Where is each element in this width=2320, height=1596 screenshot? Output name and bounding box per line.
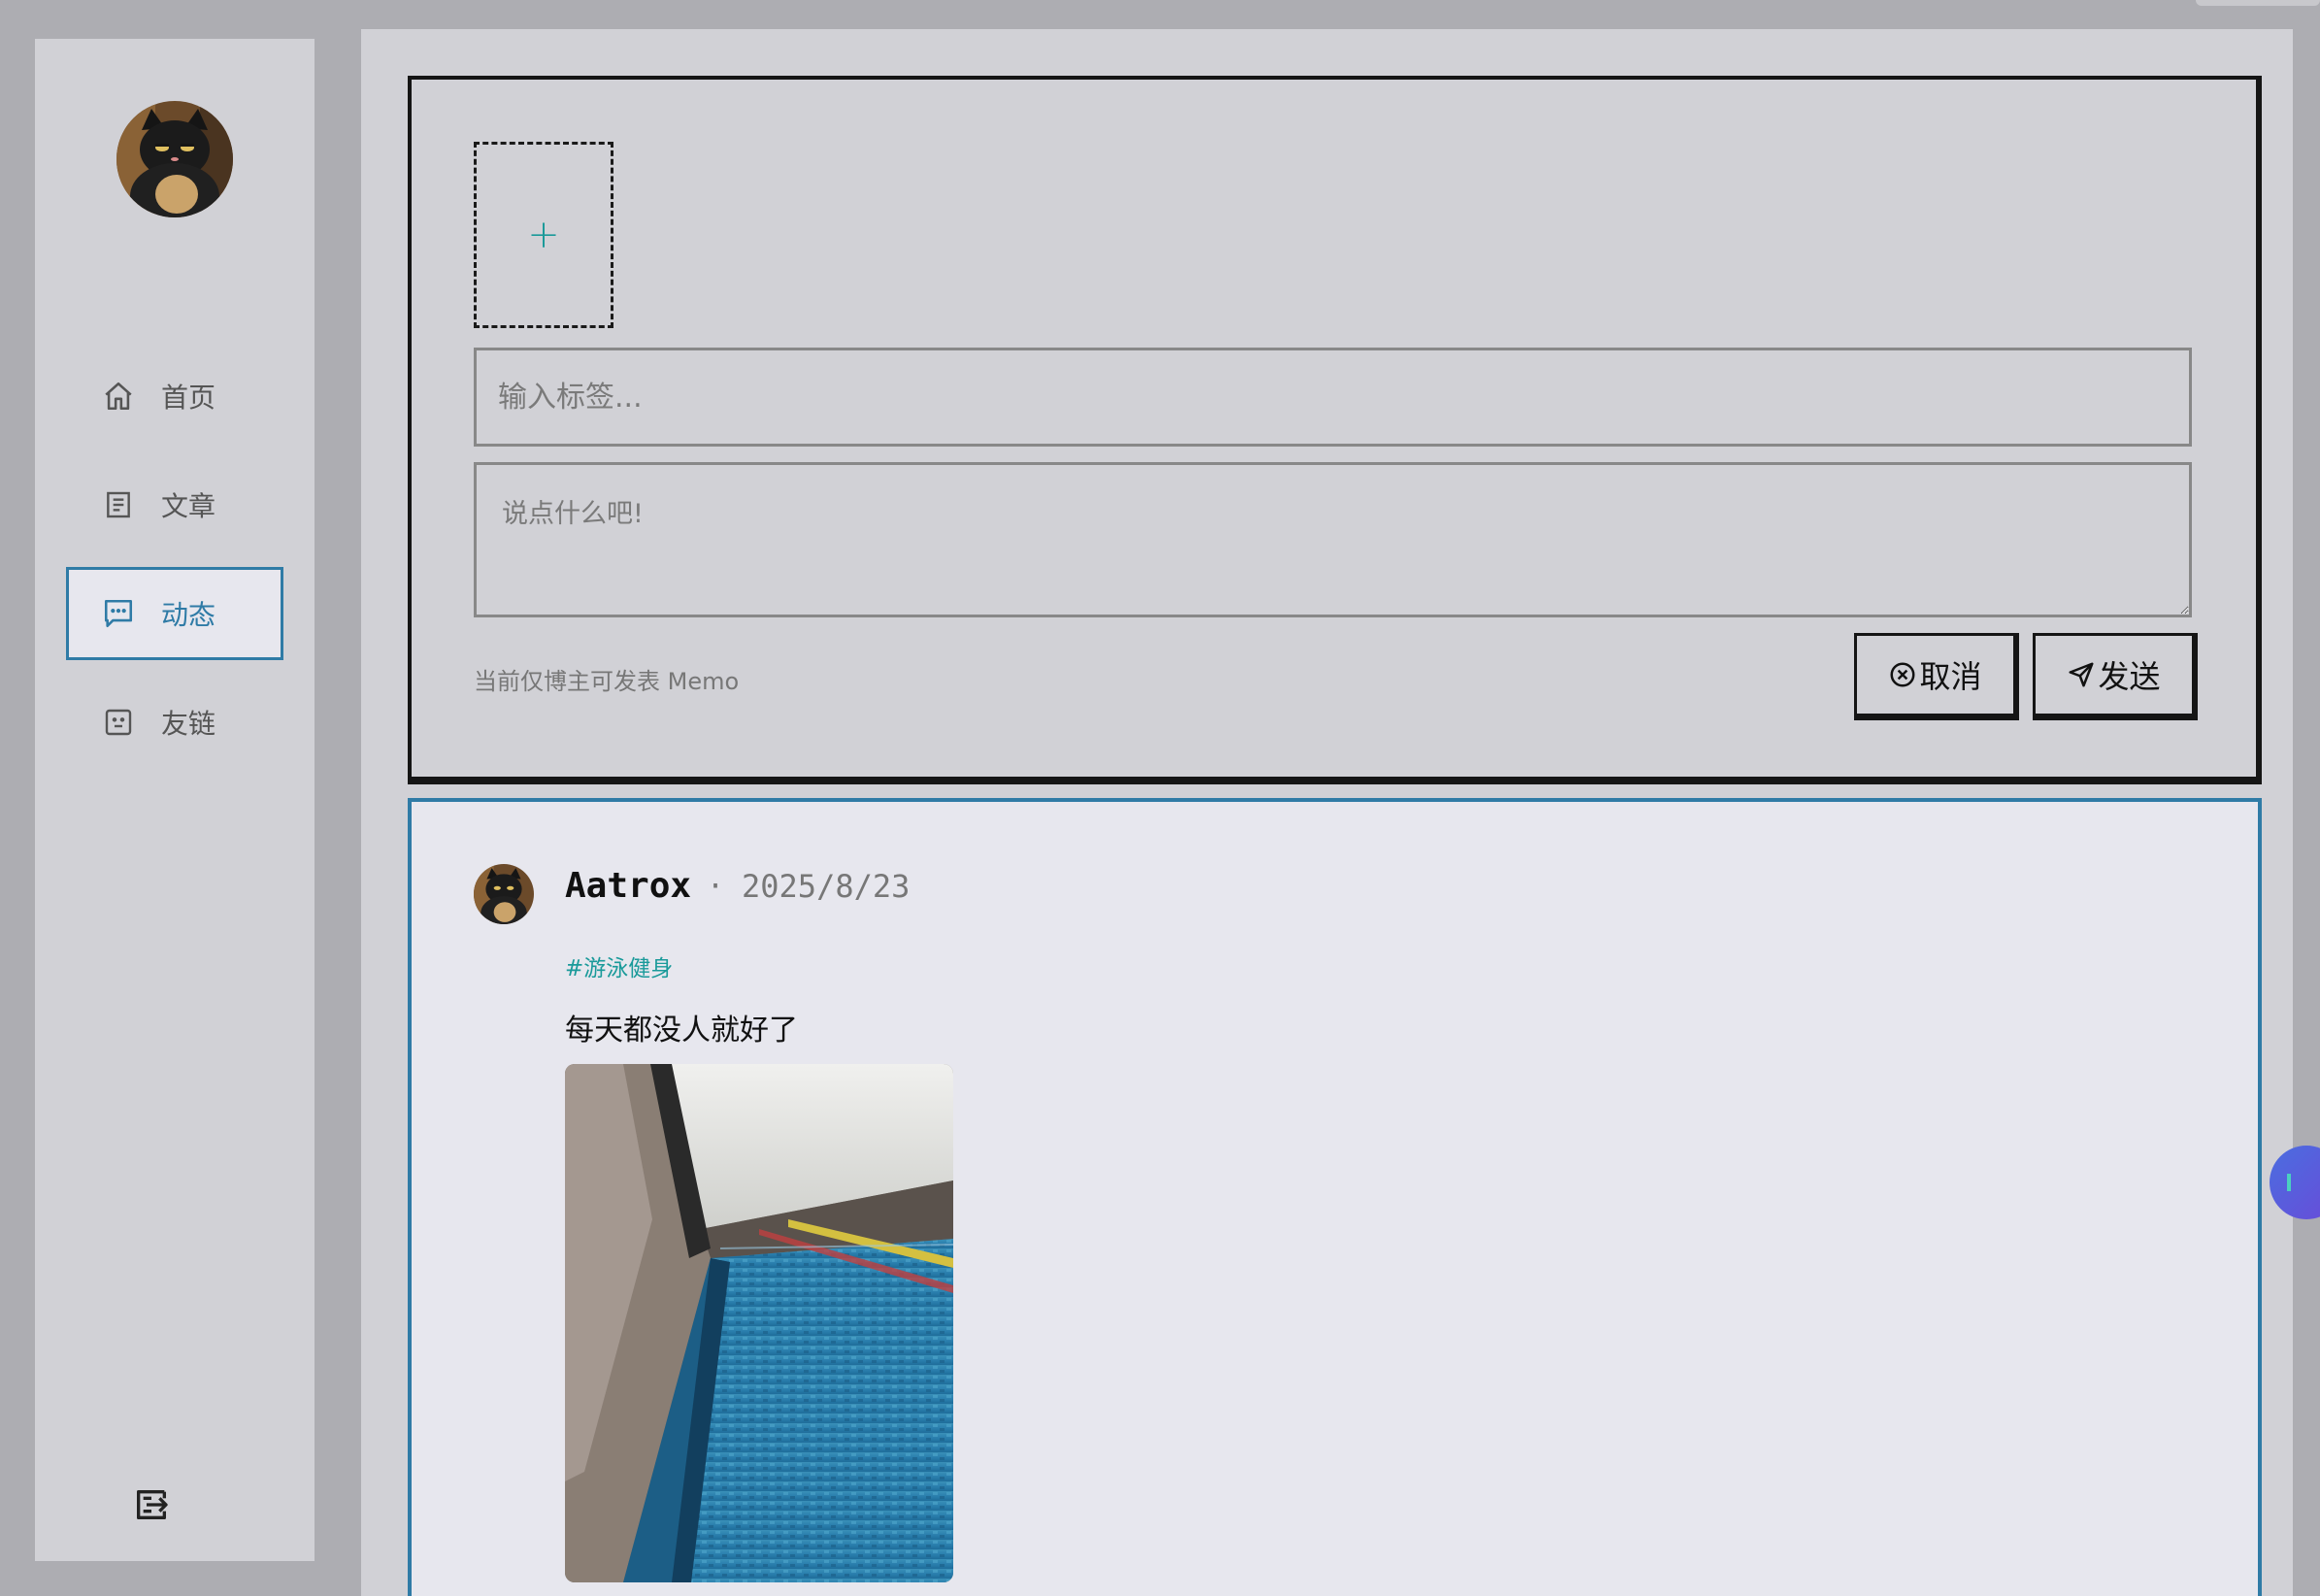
meta-separator: · — [707, 870, 725, 904]
window-corner — [2196, 0, 2320, 6]
image-upload-button[interactable]: + — [474, 142, 613, 328]
cancel-label: 取消 — [1919, 658, 1982, 695]
friend-link-icon — [101, 705, 136, 740]
main-content: + 当前仅博主可发表 Memo 取消 发送 — [361, 29, 2293, 1596]
chat-icon — [101, 596, 136, 631]
memo-tag[interactable]: #游泳健身 — [565, 949, 673, 982]
memo-editor: + 当前仅博主可发表 Memo 取消 发送 — [408, 76, 2262, 784]
tag-input[interactable] — [474, 348, 2192, 447]
permission-hint: 当前仅博主可发表 Memo — [474, 668, 740, 695]
memo-content: 每天都没人就好了 — [565, 1014, 798, 1047]
cursor-icon — [2287, 1174, 2291, 1191]
sidebar-item-label: 动态 — [161, 599, 216, 631]
memo-textarea[interactable] — [474, 462, 2192, 617]
memo-card: Aatrox · 2025/8/23 #游泳健身 每天都没人就好了 — [408, 798, 2262, 1596]
home-icon — [101, 379, 136, 414]
memo-photo[interactable] — [565, 1064, 953, 1582]
send-button[interactable]: 发送 — [2033, 633, 2198, 720]
sidebar-item-articles[interactable]: 文章 — [66, 458, 283, 551]
cancel-button[interactable]: 取消 — [1854, 633, 2019, 720]
send-label: 发送 — [2098, 658, 2161, 695]
avatar[interactable] — [116, 101, 233, 217]
sidebar-item-moments[interactable]: 动态 — [66, 567, 283, 660]
close-circle-icon — [1888, 660, 1917, 689]
author-name: Aatrox — [565, 866, 692, 906]
author-avatar[interactable] — [474, 864, 534, 924]
sidebar-item-label: 首页 — [161, 382, 216, 414]
sidebar-item-friend-links[interactable]: 友链 — [66, 676, 283, 769]
plus-icon: + — [527, 213, 560, 257]
memo-date: 2025/8/23 — [742, 868, 911, 905]
article-icon — [101, 487, 136, 522]
sidebar-item-home[interactable]: 首页 — [66, 349, 283, 443]
sidebar: 首页 文章 动态 友链 — [35, 39, 315, 1561]
send-icon — [2067, 660, 2096, 689]
sidebar-item-label: 友链 — [161, 708, 216, 740]
sidebar-item-label: 文章 — [161, 490, 216, 522]
logout-icon[interactable] — [132, 1485, 171, 1524]
